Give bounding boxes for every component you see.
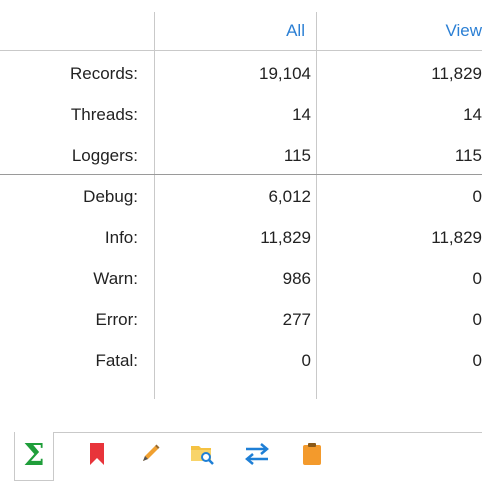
row-label: Threads: — [70, 105, 138, 124]
statistics-panel: All View Records: 19,104 11,829 Threads: 14 1… — [0, 0, 482, 482]
row-label: Error: — [95, 310, 139, 329]
row-label: Records: — [69, 64, 138, 83]
tab-statistics[interactable]: Σ — [14, 432, 54, 481]
view-value: 115 — [454, 146, 482, 165]
bookmark-icon — [89, 442, 105, 470]
all-value: 6,012 — [268, 187, 311, 206]
view-value: 0 — [472, 187, 482, 206]
all-value: 19,104 — [259, 64, 311, 83]
row-label: Fatal: — [95, 351, 138, 370]
row-label: Warn: — [93, 269, 138, 288]
sigma-icon: Σ — [23, 438, 45, 473]
view-value: 0 — [472, 269, 482, 288]
all-value: 986 — [282, 269, 311, 288]
bottom-toolbar: Σ — [14, 432, 482, 482]
view-value: 0 — [472, 310, 482, 329]
pencil-icon — [138, 442, 162, 471]
view-value: 0 — [472, 351, 482, 370]
folder-search-icon — [189, 442, 215, 471]
tab-sync[interactable] — [237, 433, 277, 479]
header-divider — [0, 50, 482, 51]
all-value: 0 — [301, 351, 311, 370]
tab-find-files[interactable] — [182, 433, 222, 479]
view-value: 11,829 — [431, 228, 482, 247]
view-value: 11,829 — [431, 64, 482, 83]
view-value: 14 — [463, 105, 482, 124]
tab-bookmarks[interactable] — [77, 433, 117, 479]
row-label: Debug: — [83, 187, 138, 206]
column-header-all[interactable]: All — [155, 12, 305, 50]
all-value: 115 — [283, 146, 311, 165]
tab-clipboard[interactable] — [292, 433, 332, 479]
tab-edit[interactable] — [130, 433, 170, 479]
all-value: 11,829 — [260, 228, 311, 247]
row-label: Info: — [104, 228, 138, 247]
swap-arrows-icon — [243, 441, 271, 472]
clipboard-icon — [301, 442, 323, 471]
all-value: 277 — [282, 310, 311, 329]
section-divider — [0, 174, 482, 175]
row-label: Loggers: — [71, 146, 138, 165]
all-value: 14 — [292, 105, 311, 124]
column-header-view[interactable]: View — [317, 12, 482, 50]
